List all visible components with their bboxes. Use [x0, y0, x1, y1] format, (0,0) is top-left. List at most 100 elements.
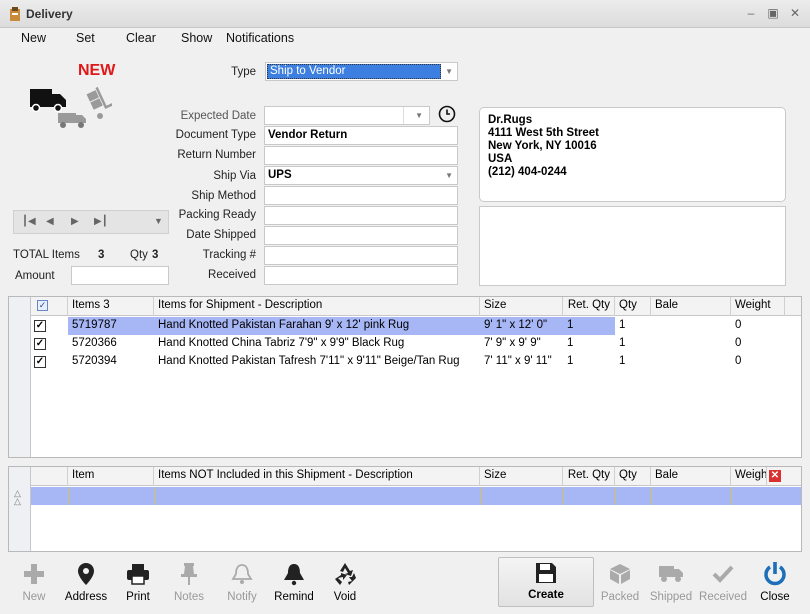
- print-button[interactable]: Print: [114, 560, 162, 603]
- weight-cell: 0: [735, 355, 742, 367]
- col-description[interactable]: Items NOT Included in this Shipment - De…: [154, 467, 480, 486]
- received-button[interactable]: Received: [699, 560, 747, 603]
- shipped-button[interactable]: Shipped: [647, 560, 695, 603]
- last-record-icon[interactable]: ▶┃: [94, 216, 108, 227]
- menu-set[interactable]: Set: [76, 31, 95, 45]
- new-button[interactable]: New: [10, 560, 58, 603]
- ret-qty-cell: 1: [567, 337, 574, 349]
- close-button[interactable]: Close: [751, 560, 799, 603]
- weight-cell: 0: [735, 337, 742, 349]
- menu-clear[interactable]: Clear: [126, 31, 156, 45]
- table-row[interactable]: 5720394 Hand Knotted Pakistan Tafresh 7'…: [31, 353, 801, 371]
- row-checkbox[interactable]: ✓: [34, 356, 46, 368]
- create-button[interactable]: Create: [498, 557, 594, 607]
- address-button[interactable]: Address: [62, 560, 110, 603]
- bell-icon: [284, 564, 304, 586]
- col-weight[interactable]: Weight: [731, 297, 785, 316]
- col-size[interactable]: Size: [480, 297, 563, 316]
- weight-cell: 0: [735, 319, 742, 331]
- row-checkbox[interactable]: ✓: [34, 338, 46, 350]
- notify-button[interactable]: Notify: [218, 560, 266, 603]
- col-description[interactable]: Items for Shipment - Description: [154, 297, 480, 316]
- notes-box[interactable]: [479, 206, 786, 286]
- expected-date-field[interactable]: ▼: [264, 106, 430, 125]
- ship-via-label: Ship Via: [213, 170, 256, 182]
- item-cell: 5720366: [72, 337, 117, 349]
- menu-show[interactable]: Show: [181, 31, 212, 45]
- chevron-down-icon[interactable]: ▼: [445, 67, 453, 76]
- address-line: Dr.Rugs: [488, 114, 533, 126]
- total-items-label: TOTAL Items: [13, 249, 80, 261]
- row-checkbox[interactable]: ✓: [34, 320, 46, 332]
- notes-button[interactable]: Notes: [165, 560, 213, 603]
- col-bale[interactable]: Bale: [651, 467, 731, 486]
- recycle-icon: [335, 563, 356, 585]
- table-row[interactable]: 5719787 Hand Knotted Pakistan Farahan 9'…: [31, 317, 801, 335]
- menu-notifications[interactable]: Notifications: [226, 31, 294, 45]
- amount-field[interactable]: [71, 266, 169, 285]
- remind-button[interactable]: Remind: [270, 560, 318, 603]
- ship-method-field[interactable]: [264, 186, 458, 205]
- tracking-label: Tracking #: [202, 249, 256, 261]
- date-shipped-field[interactable]: [264, 226, 458, 245]
- clock-icon[interactable]: [438, 105, 456, 123]
- plus-icon: [24, 564, 44, 584]
- received-field[interactable]: [264, 266, 458, 285]
- delete-icon[interactable]: ✕: [769, 470, 781, 482]
- col-item[interactable]: Item: [68, 467, 154, 486]
- col-item[interactable]: Items 3: [68, 297, 154, 316]
- packing-ready-field[interactable]: [264, 206, 458, 225]
- close-button-label: Close: [760, 591, 790, 603]
- address-button-label: Address: [64, 591, 108, 603]
- packed-button[interactable]: Packed: [596, 560, 644, 603]
- ship-via-select[interactable]: UPS ▼: [264, 166, 458, 185]
- col-weight[interactable]: Weigh: [731, 467, 767, 486]
- maximize-icon[interactable]: ▣: [766, 6, 780, 20]
- first-record-icon[interactable]: ┃◀: [22, 216, 36, 227]
- save-icon: [536, 563, 556, 583]
- ret-qty-cell: 1: [567, 355, 574, 367]
- bale-cell: [651, 353, 731, 371]
- title-bar: Delivery – ▣ ✕: [0, 0, 810, 28]
- table-row[interactable]: 5720366 Hand Knotted China Tabriz 7'9" x…: [31, 335, 801, 353]
- weight-cell: [731, 487, 785, 505]
- col-ret-qty[interactable]: Ret. Qty: [563, 297, 615, 316]
- minimize-icon[interactable]: –: [744, 6, 758, 20]
- ship-via-value: UPS: [268, 169, 292, 181]
- item-cell: [68, 487, 154, 505]
- col-size[interactable]: Size: [480, 467, 563, 486]
- printer-icon: [127, 564, 149, 585]
- select-all-checkbox[interactable]: ✓: [31, 297, 68, 316]
- return-number-field[interactable]: [264, 146, 458, 165]
- qty-cell: 1: [619, 319, 626, 331]
- chevron-down-icon[interactable]: ▼: [154, 216, 163, 226]
- col-ret-qty[interactable]: Ret. Qty: [563, 467, 615, 486]
- void-button[interactable]: Void: [321, 560, 369, 603]
- qty-label: Qty: [130, 249, 148, 261]
- ret-qty-cell: [563, 487, 615, 505]
- return-number-label: Return Number: [177, 149, 256, 161]
- menu-bar: New Set Clear Show Notifications: [0, 28, 810, 50]
- address-line: USA: [488, 153, 513, 165]
- chevron-down-icon[interactable]: ▼: [415, 111, 423, 120]
- prev-record-icon[interactable]: ◀: [46, 216, 54, 227]
- menu-new[interactable]: New: [21, 31, 46, 45]
- col-qty[interactable]: Qty: [615, 467, 651, 486]
- grid-header: Item Items NOT Included in this Shipment…: [31, 467, 801, 486]
- collapse-icon[interactable]: △ △: [14, 489, 21, 506]
- size-cell: 9' 1" x 12' 0": [480, 317, 563, 335]
- document-type-field[interactable]: Vendor Return: [264, 126, 458, 145]
- table-row[interactable]: [31, 487, 801, 505]
- close-window-icon[interactable]: ✕: [788, 6, 802, 20]
- next-record-icon[interactable]: ▶: [71, 216, 79, 227]
- chevron-down-icon[interactable]: ▼: [445, 171, 453, 180]
- type-label: Type: [231, 66, 256, 78]
- grid-row-indicator: △ △: [9, 467, 31, 551]
- type-select[interactable]: Ship to Vendor ▼: [265, 62, 458, 81]
- col-qty[interactable]: Qty: [615, 297, 651, 316]
- qty-cell: 1: [619, 355, 626, 367]
- tracking-field[interactable]: [264, 246, 458, 265]
- pushpin-icon: [181, 563, 197, 585]
- truck-icon: [659, 566, 683, 582]
- col-bale[interactable]: Bale: [651, 297, 731, 316]
